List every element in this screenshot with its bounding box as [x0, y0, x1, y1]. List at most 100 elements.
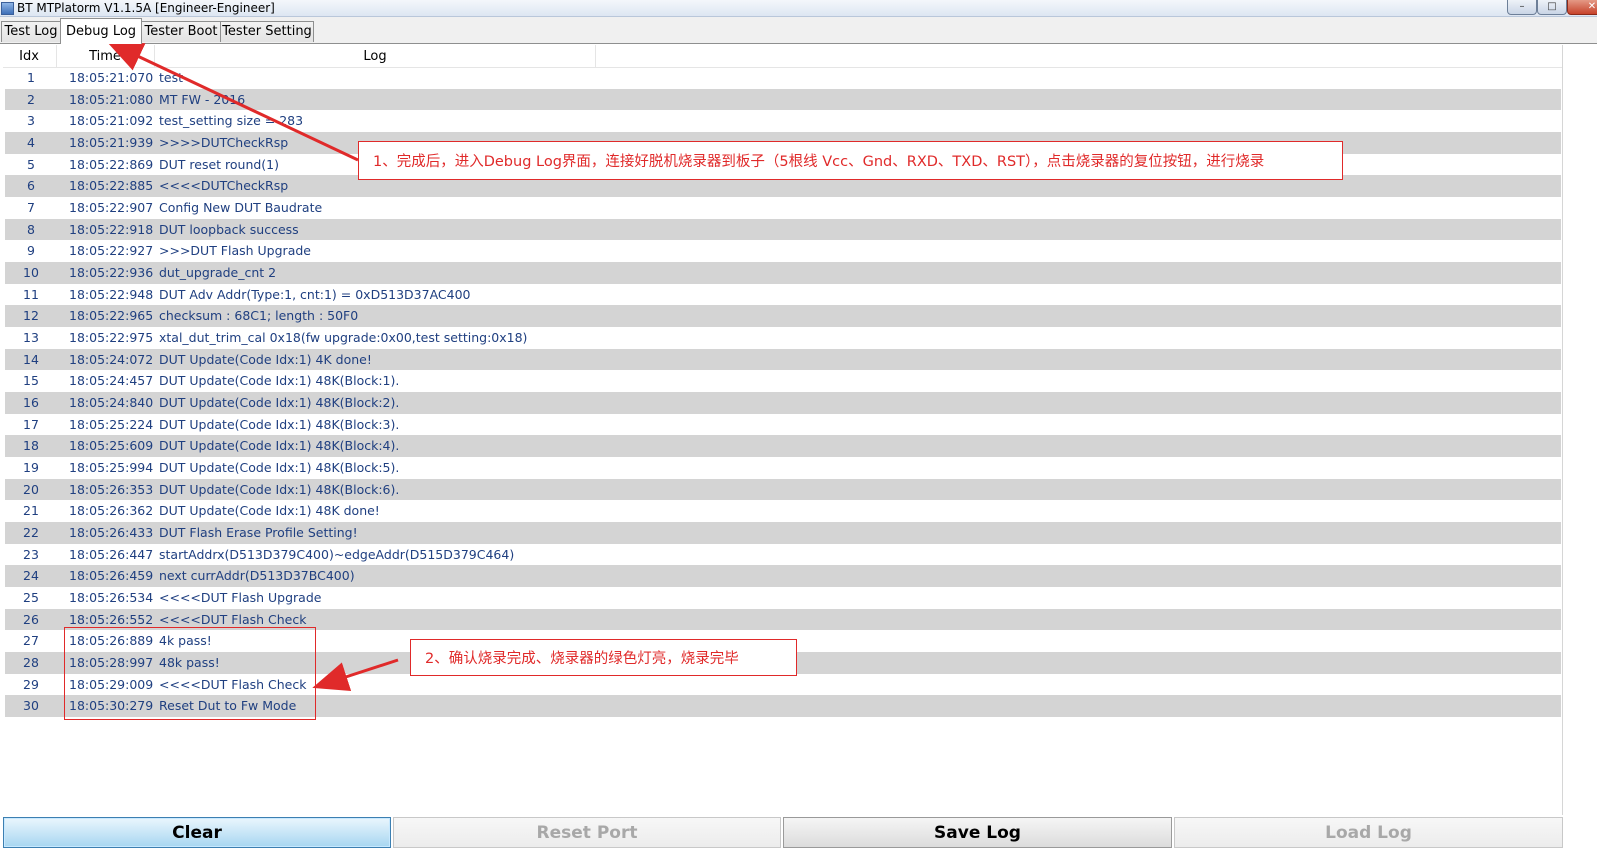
table-row[interactable]: 19 18:05:25:994 DUT Update(Code Idx:1) 48K… — [5, 457, 1561, 479]
header-log[interactable]: Log — [155, 45, 595, 67]
tab-tester-setting[interactable]: Tester Setting — [220, 21, 314, 42]
row-log: xtal_dut_trim_cal 0x18(fw upgrade:0x00,t… — [159, 330, 528, 346]
table-row[interactable]: 25 18:05:26:534 <<<<DUT Flash Upgrade — [5, 587, 1561, 609]
header-divider[interactable] — [595, 45, 596, 67]
tab-tester-boot[interactable]: Tester Boot — [141, 21, 221, 42]
table-row[interactable]: 5 18:05:22:869 DUT reset round(1) — [5, 154, 1561, 176]
row-time: 18:05:26:447 — [69, 546, 154, 562]
row-time: 18:05:22:936 — [69, 265, 154, 281]
row-idx: 19 — [23, 460, 39, 476]
table-row[interactable]: 18 18:05:25:609 DUT Update(Code Idx:1) 48K… — [5, 435, 1561, 458]
row-time: 18:05:29:009 — [69, 676, 154, 692]
table-row[interactable]: 9 18:05:22:927 >>>DUT Flash Upgrade — [5, 240, 1561, 262]
row-log: DUT Flash Erase Profile Setting! — [159, 525, 358, 541]
row-time: 18:05:22:907 — [69, 200, 154, 216]
row-time: 18:05:24:840 — [69, 395, 154, 411]
table-row[interactable]: 17 18:05:25:224 DUT Update(Code Idx:1) 48K… — [5, 414, 1561, 436]
table-row[interactable]: 1 18:05:21:070 test — [5, 67, 1561, 89]
row-log: DUT Update(Code Idx:1) 4K done! — [159, 351, 372, 367]
row-log: checksum : 68C1; length : 50F0 — [159, 308, 359, 324]
row-idx: 22 — [23, 525, 39, 541]
table-row[interactable]: 29 18:05:29:009 <<<<DUT Flash Check — [5, 674, 1561, 696]
row-idx: 24 — [23, 568, 39, 584]
maximize-icon[interactable]: □ — [1537, 0, 1567, 15]
row-idx: 21 — [23, 503, 39, 519]
header-time[interactable]: Time — [57, 45, 153, 67]
row-time: 18:05:26:552 — [69, 611, 154, 627]
table-row[interactable]: 15 18:05:24:457 DUT Update(Code Idx:1) 48K… — [5, 370, 1561, 392]
row-time: 18:05:26:433 — [69, 525, 154, 541]
reset-port-button[interactable]: Reset Port — [393, 817, 781, 848]
close-icon[interactable]: ✕ — [1567, 0, 1597, 15]
row-idx: 16 — [23, 395, 39, 411]
row-log: DUT Update(Code Idx:1) 48K done! — [159, 503, 380, 519]
row-time: 18:05:22:975 — [69, 330, 154, 346]
row-time: 18:05:21:092 — [69, 113, 154, 129]
table-row[interactable]: 30 18:05:30:279 Reset Dut to Fw Mode — [5, 695, 1561, 718]
table-row[interactable]: 7 18:05:22:907 Config New DUT Baudrate — [5, 197, 1561, 219]
row-time: 18:05:25:609 — [69, 438, 154, 454]
row-log: <<<<DUT Flash Upgrade — [159, 590, 322, 606]
table-row[interactable]: 26 18:05:26:552 <<<<DUT Flash Check — [5, 608, 1561, 631]
table-row[interactable]: 22 18:05:26:433 DUT Flash Erase Profile Se… — [5, 522, 1561, 544]
row-log: test — [159, 70, 184, 85]
row-time: 18:05:26:353 — [69, 481, 154, 497]
row-idx: 1 — [27, 70, 35, 85]
row-idx: 4 — [27, 135, 35, 150]
clear-button[interactable]: Clear — [3, 817, 391, 848]
table-row[interactable]: 4 18:05:21:939 >>>>DUTCheckRsp — [5, 132, 1561, 154]
table-row[interactable]: 20 18:05:26:353 DUT Update(Code Idx:1) 48K… — [5, 478, 1561, 501]
row-log: next currAddr(D513D37BC400) — [159, 568, 355, 584]
tab-bar: Test Log Debug Log Tester Boot Tester Se… — [0, 17, 1597, 44]
table-row[interactable]: 14 18:05:24:072 DUT Update(Code Idx:1) 4K … — [5, 348, 1561, 371]
tab-test-log[interactable]: Test Log — [1, 21, 61, 42]
row-time: 18:05:22:948 — [69, 286, 154, 302]
row-log: startAddrx(D513D379C400)~edgeAddr(D515D3… — [159, 546, 515, 562]
row-idx: 29 — [23, 676, 39, 692]
table-row[interactable]: 28 18:05:28:997 48k pass! — [5, 652, 1561, 674]
row-log: DUT Update(Code Idx:1) 48K(Block:4). — [159, 438, 400, 454]
scrollbar-edge — [1562, 45, 1563, 815]
table-row[interactable]: 23 18:05:26:447 startAddrx(D513D379C400)~e… — [5, 544, 1561, 566]
load-log-button[interactable]: Load Log — [1174, 817, 1563, 848]
window-controls: – □ ✕ — [1507, 0, 1597, 15]
tab-debug-log[interactable]: Debug Log — [60, 18, 142, 44]
row-log: DUT loopback success — [159, 221, 299, 237]
save-log-button[interactable]: Save Log — [783, 817, 1172, 848]
table-row[interactable]: 3 18:05:21:092 test_setting size = 283 — [5, 110, 1561, 132]
row-log: <<<<DUT Flash Check — [159, 611, 307, 627]
header-idx[interactable]: Idx — [3, 45, 55, 67]
row-time: 18:05:25:224 — [69, 416, 154, 432]
row-time: 18:05:25:994 — [69, 460, 154, 476]
row-log: DUT Update(Code Idx:1) 48K(Block:1). — [159, 373, 400, 389]
table-row[interactable]: 27 18:05:26:889 4k pass! — [5, 630, 1561, 652]
row-idx: 26 — [23, 611, 39, 627]
table-row[interactable]: 21 18:05:26:362 DUT Update(Code Idx:1) 48K… — [5, 500, 1561, 522]
row-idx: 30 — [23, 698, 39, 714]
row-time: 18:05:22:927 — [69, 243, 154, 259]
table-row[interactable]: 24 18:05:26:459 next currAddr(D513D37BC400… — [5, 565, 1561, 588]
minimize-icon[interactable]: – — [1507, 0, 1537, 15]
row-idx: 11 — [23, 286, 39, 302]
row-log: >>>>DUTCheckRsp — [159, 135, 289, 150]
table-row[interactable]: 2 18:05:21:080 MT FW - 2016 — [5, 88, 1561, 111]
table-row[interactable]: 11 18:05:22:948 DUT Adv Addr(Type:1, cnt:1… — [5, 284, 1561, 306]
window-title: BT MTPlatorm V1.1.5A [Engineer-Engineer] — [17, 1, 275, 15]
row-time: 18:05:22:885 — [69, 178, 154, 194]
row-idx: 18 — [23, 438, 39, 454]
row-idx: 10 — [23, 265, 39, 281]
table-row[interactable]: 10 18:05:22:936 dut_upgrade_cnt 2 — [5, 262, 1561, 284]
row-time: 18:05:26:459 — [69, 568, 154, 584]
table-row[interactable]: 13 18:05:22:975 xtal_dut_trim_cal 0x18(fw … — [5, 327, 1561, 349]
row-log: MT FW - 2016 — [159, 91, 246, 107]
debug-log-list[interactable]: Idx Time Log 1 18:05:21:070 test 2 18:05:21:… — [3, 45, 1562, 815]
row-idx: 12 — [23, 308, 39, 324]
table-row[interactable]: 6 18:05:22:885 <<<<DUTCheckRsp — [5, 175, 1561, 197]
table-row[interactable]: 16 18:05:24:840 DUT Update(Code Idx:1) 48K… — [5, 392, 1561, 414]
row-time: 18:05:24:072 — [69, 351, 154, 367]
table-row[interactable]: 8 18:05:22:918 DUT loopback success — [5, 218, 1561, 241]
table-row[interactable]: 12 18:05:22:965 checksum : 68C1; length : … — [5, 305, 1561, 328]
row-time: 18:05:28:997 — [69, 655, 154, 671]
row-log: DUT Update(Code Idx:1) 48K(Block:2). — [159, 395, 400, 411]
row-idx: 28 — [23, 655, 39, 671]
